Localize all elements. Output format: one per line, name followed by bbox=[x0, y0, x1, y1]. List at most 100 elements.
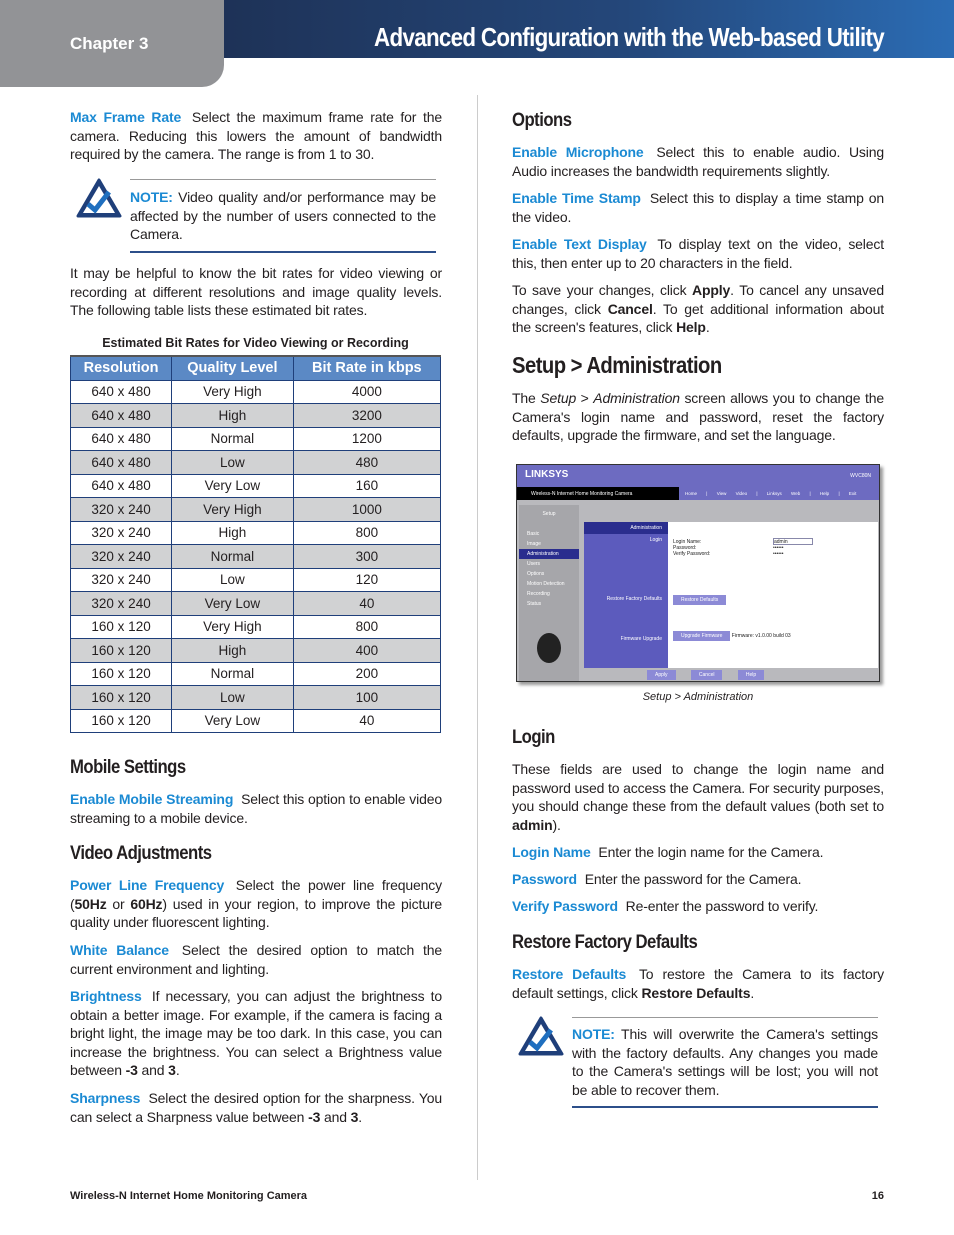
login-heading: Login bbox=[512, 727, 555, 748]
table-row: 640 x 480 High 3200 bbox=[69, 403, 442, 428]
text-segment: -3 bbox=[308, 1108, 321, 1125]
bitrate-intro: It may be helpful to know the bit rates … bbox=[70, 264, 442, 320]
video-adjustments-heading: Video Adjustments bbox=[70, 843, 212, 864]
table-cell: 120 bbox=[292, 567, 442, 592]
column-header: Bit Rate in kbps bbox=[292, 355, 442, 381]
note-text: NOTE: Video quality and/or performance m… bbox=[130, 188, 436, 244]
text-segment: . bbox=[750, 984, 755, 1001]
text-segment: 60Hz bbox=[130, 895, 163, 912]
term-label: Power Line Frequency bbox=[70, 877, 225, 893]
table-row: 160 x 120 Low 100 bbox=[69, 685, 442, 710]
text-segment: . bbox=[705, 319, 710, 336]
text-segment: . bbox=[358, 1108, 362, 1125]
restore-heading: Restore Factory Defaults bbox=[512, 932, 698, 953]
table-cell: Normal bbox=[171, 661, 294, 686]
table-cell: 160 x 120 bbox=[69, 661, 173, 686]
table-cell: 40 bbox=[292, 708, 442, 733]
text-segment: . bbox=[175, 1062, 180, 1079]
table-cell: Low bbox=[171, 685, 294, 710]
table-cell: 320 x 240 bbox=[69, 591, 173, 616]
text-segment: admin bbox=[512, 816, 553, 833]
table-cell: 3200 bbox=[292, 403, 442, 428]
term-label: Enable Time Stamp bbox=[512, 190, 641, 206]
table-cell: 320 x 240 bbox=[69, 520, 173, 545]
mobile-settings-heading: Mobile Settings bbox=[70, 757, 186, 778]
restore-text: Restore Defaults To restore the Camera t… bbox=[512, 965, 884, 1002]
time-stamp-text: Enable Time Stamp Select this to display… bbox=[512, 189, 884, 226]
table-cell: Very High bbox=[171, 497, 294, 522]
text-segment: The bbox=[512, 390, 541, 406]
table-cell: 320 x 240 bbox=[69, 544, 173, 569]
text-segment: > bbox=[576, 390, 594, 406]
figure-caption: Setup > Administration bbox=[642, 691, 754, 703]
table-row: 640 x 480 Very Low 160 bbox=[69, 473, 442, 498]
text-segment: -3 bbox=[125, 1062, 138, 1079]
text-segment: 3 bbox=[168, 1062, 176, 1079]
setup-administration-heading: Setup > Administration bbox=[512, 352, 722, 378]
table-row: 320 x 240 Very High 1000 bbox=[69, 497, 442, 522]
admin-screenshot: LINKSYS WVC80N Wireless-N Internet Home M… bbox=[516, 464, 880, 682]
table-row: 160 x 120 Normal 200 bbox=[69, 661, 442, 686]
table-cell: 640 x 480 bbox=[69, 450, 173, 475]
text-segment: Help bbox=[676, 319, 706, 336]
microphone-text: Enable Microphone Select this to enable … bbox=[512, 143, 884, 180]
term-label: White Balance bbox=[70, 942, 169, 958]
text-segment: NOTE: bbox=[130, 189, 173, 205]
table-cell: Low bbox=[171, 567, 294, 592]
table-cell: 40 bbox=[292, 591, 442, 616]
login-intro: These fields are used to change the logi… bbox=[512, 760, 884, 834]
table-cell: Very Low bbox=[171, 708, 294, 733]
save-text: To save your changes, click Apply. To ca… bbox=[512, 281, 884, 337]
term-label: Login Name bbox=[512, 844, 591, 860]
text-segment: These fields are used to change the logi… bbox=[512, 761, 884, 815]
title-bar: Advanced Configuration with the Web-base… bbox=[224, 0, 954, 58]
term-label: Brightness bbox=[70, 988, 142, 1004]
table-cell: 100 bbox=[292, 685, 442, 710]
table-cell: 640 x 480 bbox=[69, 473, 173, 498]
table-row: 640 x 480 Normal 1200 bbox=[69, 426, 442, 451]
text-segment: Re-enter the password to verify. bbox=[625, 898, 819, 914]
term-label: Verify Password bbox=[512, 898, 618, 914]
note-top-rule bbox=[130, 179, 436, 180]
verify-password-text: Verify Password Re-enter the password to… bbox=[512, 897, 884, 916]
login-name-text: Login Name Enter the login name for the … bbox=[512, 843, 884, 862]
text-segment: Setup bbox=[540, 390, 577, 406]
table-cell: Very Low bbox=[171, 473, 294, 498]
table-cell: Very Low bbox=[171, 591, 294, 616]
table-cell: 160 x 120 bbox=[69, 638, 173, 663]
table-row: 160 x 120 High 400 bbox=[69, 638, 442, 663]
table-cell: 300 bbox=[292, 544, 442, 569]
table-cell: Very High bbox=[171, 614, 294, 639]
text-segment: and bbox=[137, 1062, 169, 1079]
text-segment: Restore Defaults bbox=[641, 984, 751, 1001]
table-cell: High bbox=[171, 403, 294, 428]
column-header: Resolution bbox=[69, 355, 173, 381]
table-cell: 480 bbox=[292, 450, 442, 475]
footer-product: Wireless-N Internet Home Monitoring Came… bbox=[70, 1190, 308, 1202]
term-label: Max Frame Rate bbox=[70, 109, 182, 125]
text-segment: ). bbox=[552, 816, 561, 833]
table-caption: Estimated Bit Rates for Video Viewing or… bbox=[102, 336, 409, 350]
text-segment: and bbox=[320, 1108, 351, 1125]
table-row: 160 x 120 Very High 800 bbox=[69, 614, 442, 639]
linksys-logo: LINKSYS bbox=[525, 469, 569, 480]
table-cell: 400 bbox=[292, 638, 442, 663]
term-label: Enable Mobile Streaming bbox=[70, 791, 234, 807]
table-cell: 4000 bbox=[292, 379, 442, 404]
sharpness-text: Sharpness Select the desired option for … bbox=[70, 1089, 442, 1126]
text-segment: Video quality and/or performance may be … bbox=[130, 189, 436, 243]
password-text: Password Enter the password for the Came… bbox=[512, 870, 884, 889]
text-segment: Enter the login name for the Camera. bbox=[598, 844, 824, 860]
text-segment: or bbox=[106, 895, 131, 912]
page-header-title: Advanced Configuration with the Web-base… bbox=[374, 22, 885, 52]
column-divider bbox=[477, 95, 478, 1180]
checkmark-note-icon bbox=[518, 1016, 564, 1056]
table-cell: 640 x 480 bbox=[69, 426, 173, 451]
model-label: WVC80N bbox=[850, 473, 871, 479]
term-label: Password bbox=[512, 871, 577, 887]
table-row: 320 x 240 Low 120 bbox=[69, 567, 442, 592]
table-cell: 160 x 120 bbox=[69, 685, 173, 710]
table-cell: Normal bbox=[171, 544, 294, 569]
text-segment: Administration bbox=[593, 390, 680, 406]
product-name: Wireless-N Internet Home Monitoring Came… bbox=[517, 487, 679, 500]
